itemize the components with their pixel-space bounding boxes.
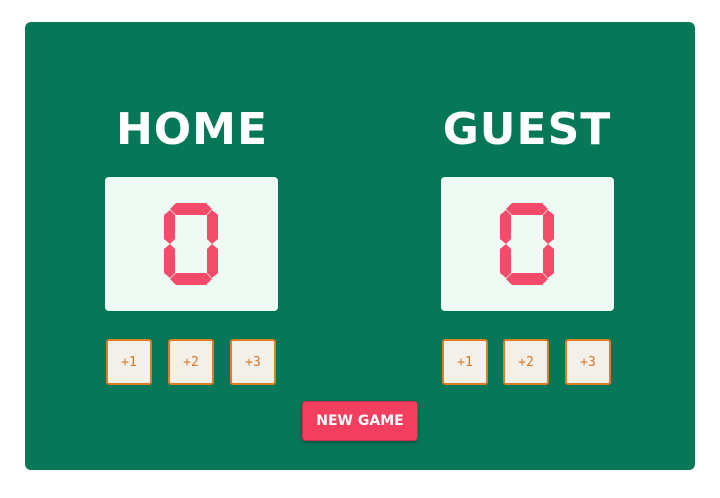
guest-score-digit — [500, 203, 554, 285]
segment-bottom-right — [543, 244, 554, 278]
home-score-digit — [164, 203, 218, 285]
segment-top-left — [500, 210, 511, 244]
guest-score-display — [441, 177, 614, 311]
home-score-display — [105, 177, 278, 311]
segment-bottom-left — [164, 244, 175, 278]
segment-top-right — [207, 210, 218, 244]
home-add-1-button[interactable]: +1 — [106, 339, 152, 385]
segment-bottom — [506, 273, 548, 285]
home-title: HOME — [115, 104, 269, 155]
guest-add-1-button[interactable]: +1 — [442, 339, 488, 385]
segment-bottom — [170, 273, 212, 285]
segment-top — [170, 203, 212, 215]
new-game-button[interactable]: NEW GAME — [302, 401, 418, 441]
segment-bottom-right — [207, 244, 218, 278]
guest-add-3-button[interactable]: +3 — [565, 339, 611, 385]
segment-top — [506, 203, 548, 215]
guest-add-2-button[interactable]: +2 — [503, 339, 549, 385]
segment-top-left — [164, 210, 175, 244]
segment-bottom-left — [500, 244, 511, 278]
segment-top-right — [543, 210, 554, 244]
home-add-3-button[interactable]: +3 — [230, 339, 276, 385]
guest-title: GUEST — [442, 104, 612, 155]
home-add-2-button[interactable]: +2 — [168, 339, 214, 385]
